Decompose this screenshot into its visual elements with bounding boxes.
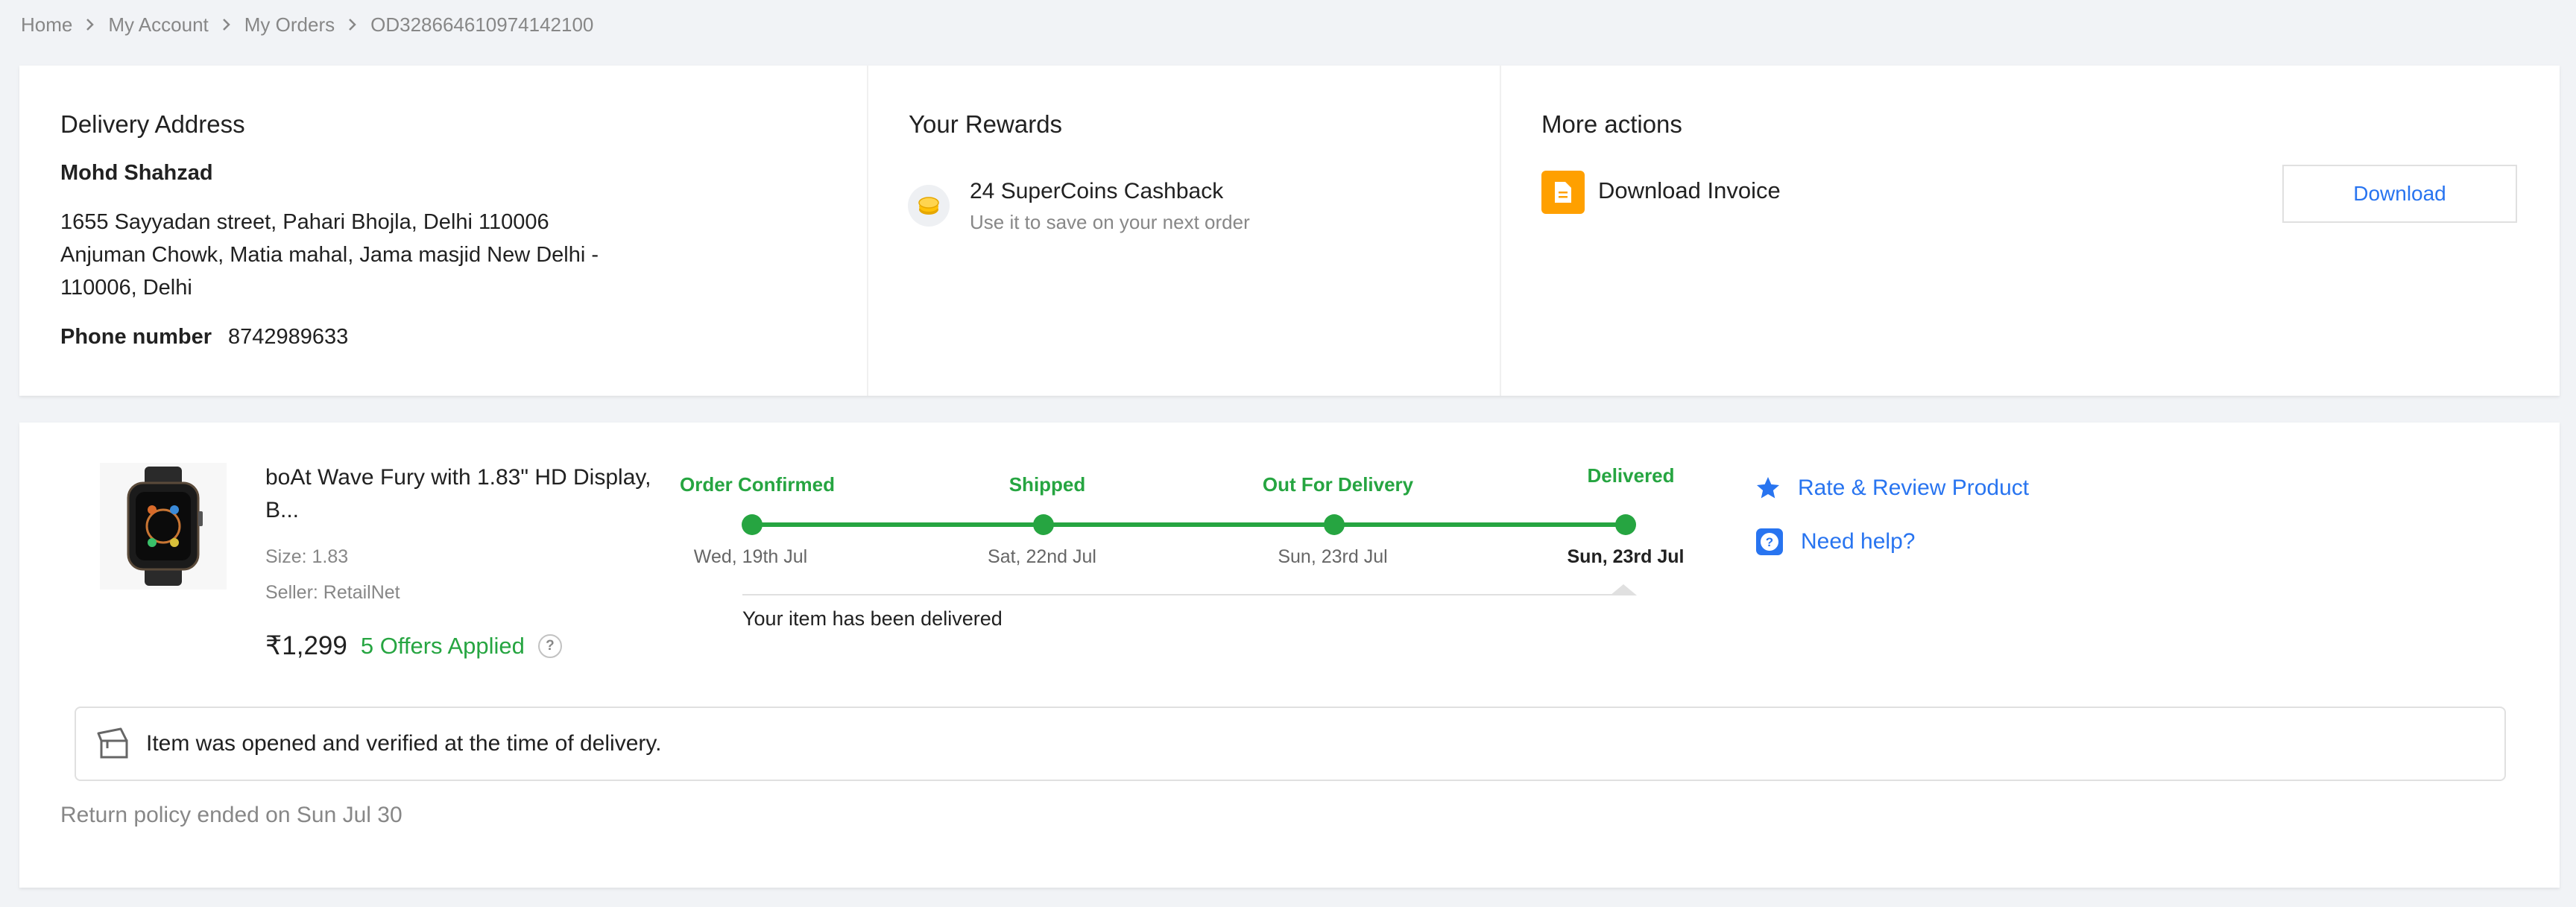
breadcrumb-home[interactable]: Home [21,13,72,37]
chevron-right-icon [86,18,95,31]
chevron-right-icon [348,18,357,31]
customer-name: Mohd Shahzad [60,161,213,185]
price-row: ₹1,299 5 Offers Applied ? [265,631,562,661]
status-divider [742,594,1619,595]
chevron-right-icon [222,18,231,31]
delivery-address-title: Delivery Address [60,110,245,138]
open-box-icon [97,727,128,759]
question-icon: ? [1756,528,1783,555]
status-caret [1610,584,1637,595]
product-price: ₹1,299 [265,631,347,660]
address-line-1: 1655 Sayyadan street, Pahari Bhojla, Del… [60,210,549,234]
supercoins-cashback: 24 SuperCoins Cashback [970,179,1224,203]
need-help-button[interactable]: ? Need help? [1755,527,1915,557]
supercoin-icon [908,185,950,227]
stage-label-shipped: Shipped [1008,473,1086,496]
offers-help-icon[interactable]: ? [537,634,562,658]
product-image[interactable] [100,463,227,590]
download-invoice-button[interactable]: Download [2282,165,2517,223]
divider [1500,66,1501,396]
order-item-card: boAt Wave Fury with 1.83" HD Display, B.… [19,423,2560,888]
breadcrumb: Home My Account My Orders OD328664610974… [21,12,593,37]
tracker-progress-line [752,522,1626,527]
download-invoice-label: Download Invoice [1598,177,1781,203]
product-title-line-2: B... [265,498,300,522]
phone-value: 8742989633 [228,325,349,349]
product-seller: Seller: RetailNet [265,582,400,603]
star-icon [1757,477,1779,499]
verification-notice: Item was opened and verified at the time… [75,707,2506,781]
divider [867,66,868,396]
more-actions-title: More actions [1541,110,1682,138]
breadcrumb-order-id: OD328664610974142100 [370,13,594,36]
tracker-dot-order-confirmed [742,514,763,535]
product-title-line-1: boAt Wave Fury with 1.83" HD Display, [265,465,651,490]
order-details-card: Delivery Address Mohd Shahzad 1655 Sayya… [19,66,2560,396]
product-title[interactable]: boAt Wave Fury with 1.83" HD Display, B.… [265,461,660,527]
offers-applied-link[interactable]: 5 Offers Applied [361,633,525,660]
stage-label-order-confirmed: Order Confirmed [679,473,836,496]
document-icon [1541,171,1585,214]
rate-review-label: Rate & Review Product [1798,475,2030,500]
tracker-dot-shipped [1033,514,1054,535]
stage-label-delivered: Delivered [1587,464,1675,487]
tracker-dot-delivered [1615,514,1636,535]
address-line-3: 110006, Delhi [60,276,192,300]
svg-text:?: ? [1766,535,1773,549]
delivery-status-note: Your item has been delivered [742,607,1003,630]
return-policy-text: Return policy ended on Sun Jul 30 [60,803,402,827]
phone-number: Phone number 8742989633 [60,325,348,350]
stage-label-out-for-delivery: Out For Delivery [1262,473,1414,496]
tracker-dot-out-for-delivery [1324,514,1345,535]
breadcrumb-my-account[interactable]: My Account [108,13,208,37]
rewards-title: Your Rewards [909,110,1063,138]
breadcrumb-my-orders[interactable]: My Orders [244,13,335,37]
address-line-2: Anjuman Chowk, Matia mahal, Jama masjid … [60,243,599,267]
need-help-label: Need help? [1801,529,1916,554]
stage-date-order-confirmed: Wed, 19th Jul [693,546,808,567]
phone-label: Phone number [60,325,212,349]
rate-review-button[interactable]: Rate & Review Product [1755,475,2029,502]
stage-date-out-for-delivery: Sun, 23rd Jul [1278,546,1388,567]
product-size: Size: 1.83 [265,546,349,567]
stage-date-shipped: Sat, 22nd Jul [988,546,1096,567]
stage-date-delivered: Sun, 23rd Jul [1567,546,1685,567]
rewards-subtitle: Use it to save on your next order [970,211,1250,233]
verification-text: Item was opened and verified at the time… [146,731,662,756]
